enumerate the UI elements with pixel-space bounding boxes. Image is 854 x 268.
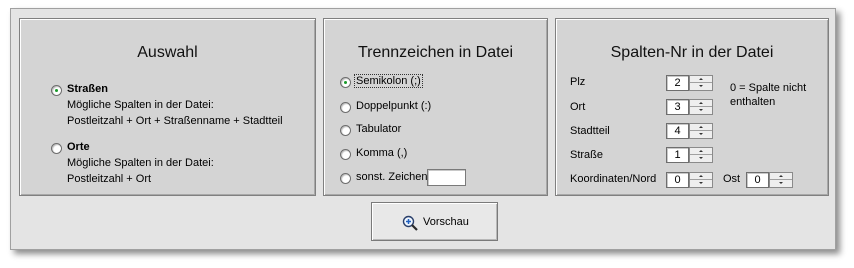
ort-value[interactable]: 3 [666, 99, 689, 115]
radio-strassen[interactable] [51, 85, 62, 96]
note-line2: enthalten [730, 96, 776, 108]
stadtteil-label: Stadtteil [570, 125, 610, 137]
nord-label: Koordinaten/Nord [570, 173, 657, 185]
plz-up-icon[interactable] [690, 76, 712, 83]
ost-label: Ost [723, 173, 741, 185]
nord-up-icon[interactable] [690, 173, 712, 180]
strassen-desc-line2: Postleitzahl + Ort + Straßenname + Stadt… [67, 115, 283, 127]
radio-komma[interactable] [340, 149, 351, 160]
radio-semikolon-label[interactable]: Semikolon (;) [354, 74, 423, 88]
radio-strassen-label[interactable]: Straßen [67, 83, 108, 95]
strasse-value[interactable]: 1 [666, 147, 689, 163]
spalten-title: Spalten-Nr in der Datei [610, 44, 774, 61]
stadtteil-value[interactable]: 4 [666, 123, 689, 139]
sonst-zeichen-input[interactable] [427, 169, 466, 186]
auswahl-title: Auswahl [137, 44, 198, 61]
radio-doppelpunkt-label[interactable]: Doppelpunkt (:) [356, 100, 431, 112]
plz-value[interactable]: 2 [666, 75, 689, 91]
note-line1: 0 = Spalte nicht [730, 82, 807, 94]
ort-up-icon[interactable] [690, 100, 712, 107]
ost-down-icon[interactable] [770, 180, 792, 187]
strasse-down-icon[interactable] [690, 155, 712, 162]
radio-orte[interactable] [51, 143, 62, 154]
auswahl-panel: Auswahl Straßen Mögliche Spalten in der … [19, 18, 316, 196]
radio-orte-label[interactable]: Orte [67, 141, 90, 153]
stadtteil-down-icon[interactable] [690, 131, 712, 138]
vorschau-button[interactable]: Vorschau [371, 202, 498, 241]
orte-desc-line2: Postleitzahl + Ort [67, 173, 152, 185]
strasse-label: Straße [570, 149, 604, 161]
ort-down-icon[interactable] [690, 107, 712, 114]
vorschau-label[interactable]: Vorschau [423, 216, 469, 228]
orte-desc-line1: Mögliche Spalten in der Datei: [67, 157, 214, 169]
strassen-desc-line1: Mögliche Spalten in der Datei: [67, 99, 214, 111]
radio-doppelpunkt[interactable] [340, 102, 351, 113]
plz-label: Plz [570, 76, 586, 88]
nord-value[interactable]: 0 [666, 172, 689, 188]
stadtteil-up-icon[interactable] [690, 124, 712, 131]
radio-tabulator-label[interactable]: Tabulator [356, 123, 401, 135]
radio-sonst-zeichen[interactable] [340, 173, 351, 184]
nord-down-icon[interactable] [690, 180, 712, 187]
ost-value[interactable]: 0 [746, 172, 769, 188]
radio-semikolon[interactable] [340, 77, 351, 88]
trennzeichen-panel: Trennzeichen in Datei Semikolon (;) Dopp… [323, 18, 548, 196]
plz-down-icon[interactable] [690, 83, 712, 90]
strasse-up-icon[interactable] [690, 148, 712, 155]
ort-label: Ort [570, 101, 586, 113]
ost-up-icon[interactable] [770, 173, 792, 180]
radio-sonst-zeichen-label[interactable]: sonst. Zeichen [356, 171, 428, 183]
spalten-panel: Spalten-Nr in der Datei Plz 2 0 = Spalte… [555, 18, 829, 196]
trennzeichen-title: Trennzeichen in Datei [357, 44, 514, 61]
radio-tabulator[interactable] [340, 125, 351, 136]
radio-komma-label[interactable]: Komma (,) [356, 147, 407, 159]
magnifier-plus-icon [402, 215, 418, 231]
dialog-frame: Auswahl Straßen Mögliche Spalten in der … [10, 8, 836, 250]
